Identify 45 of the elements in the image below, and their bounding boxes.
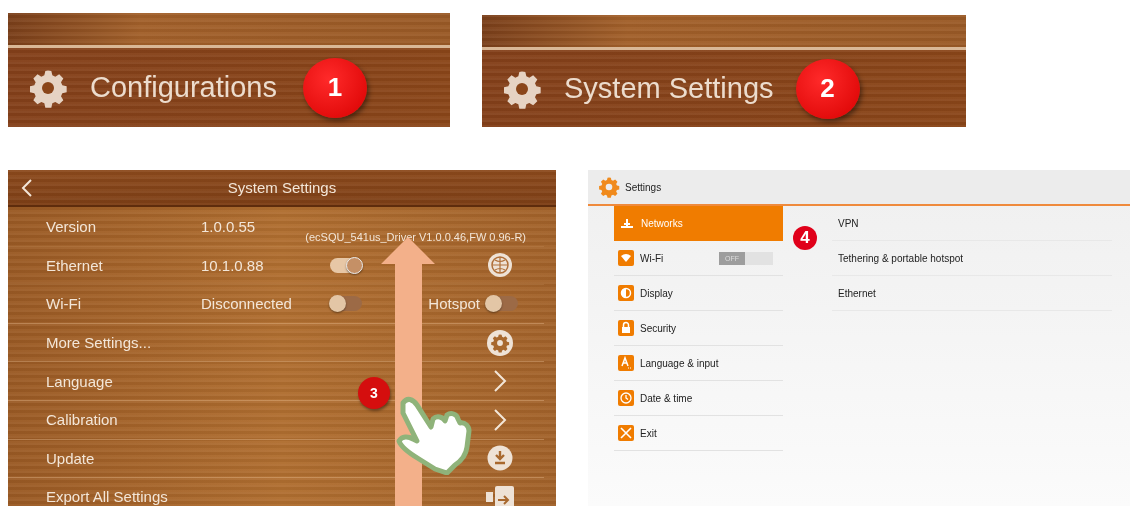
wifi-icon xyxy=(618,250,634,266)
close-icon xyxy=(618,425,634,441)
language-icon xyxy=(618,355,634,371)
setting-label: Update xyxy=(46,449,96,467)
driver-version: (ecSQU_541us_Driver V1.0.0.46,FW 0.96-R) xyxy=(305,230,526,245)
clock-icon xyxy=(618,390,634,406)
menu-item[interactable]: Date & time xyxy=(614,381,783,416)
lock-icon xyxy=(618,320,634,336)
list-item[interactable]: Ethernet xyxy=(832,276,1112,311)
window-title: Settings xyxy=(625,181,662,193)
back-icon[interactable] xyxy=(20,178,34,198)
menu-item[interactable]: Language & input xyxy=(614,346,783,381)
display-icon xyxy=(618,285,634,301)
hotspot-label: Hotspot xyxy=(428,295,480,313)
setting-label: Ethernet xyxy=(46,256,104,274)
globe-icon[interactable] xyxy=(487,252,513,279)
settings-icon xyxy=(598,176,620,198)
settings-icon[interactable] xyxy=(487,329,513,356)
menu-label: System Settings xyxy=(564,72,774,105)
list-item[interactable]: VPN xyxy=(832,206,1112,241)
setting-value: 10.1.0.88 xyxy=(201,256,265,274)
toggle-switch[interactable] xyxy=(330,257,362,273)
step-badge: 1 xyxy=(303,57,367,118)
step-badge: 2 xyxy=(795,58,860,119)
list-item[interactable]: Tethering & portable hotspot xyxy=(832,241,1112,276)
download-icon[interactable] xyxy=(487,445,513,472)
menu-item[interactable]: Display xyxy=(614,276,783,311)
menu-label: Configurations xyxy=(90,71,277,104)
step-badge: 3 xyxy=(358,377,390,409)
panel-title: System Settings xyxy=(227,179,337,196)
toggle-switch[interactable] xyxy=(486,296,518,312)
chevron-right-icon[interactable] xyxy=(493,407,507,432)
usb-export-icon[interactable] xyxy=(486,485,514,506)
menu-item[interactable]: Security xyxy=(614,311,783,346)
setting-label: Version xyxy=(46,218,98,236)
chevron-right-icon[interactable] xyxy=(493,369,507,394)
setting-label: Calibration xyxy=(46,411,119,429)
setting-label: Language xyxy=(46,372,114,390)
toggle-switch[interactable] xyxy=(330,296,362,312)
setting-label: Wi-Fi xyxy=(46,295,82,313)
setting-label: More Settings... xyxy=(46,334,153,352)
setting-value: 1.0.0.55 xyxy=(201,218,257,236)
menu-item[interactable]: Exit xyxy=(614,416,783,451)
setting-label: Export All Settings xyxy=(46,488,169,506)
setting-value: Disconnected xyxy=(201,295,293,313)
